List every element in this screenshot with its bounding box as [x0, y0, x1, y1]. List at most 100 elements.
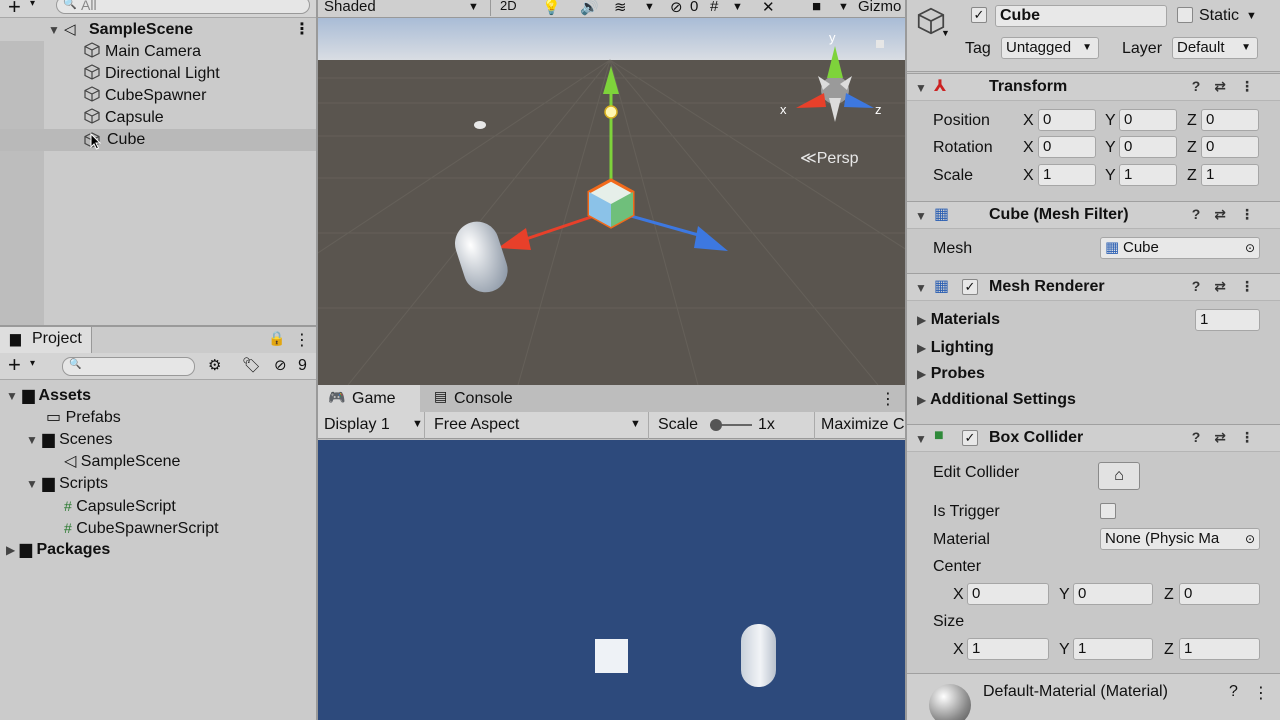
rotation-z-field[interactable]: 0: [1201, 136, 1259, 158]
transform-header[interactable]: ▼ ⅄ Transform ?⇄⋮: [907, 73, 1280, 101]
scene-canvas[interactable]: y x z ≪Persp: [318, 18, 905, 385]
component-header-icons[interactable]: ?⇄⋮: [1192, 206, 1268, 223]
chevron-down-icon[interactable]: ▼: [468, 1, 479, 13]
maximize-on-play-toggle[interactable]: Maximize C: [821, 416, 905, 434]
effects-icon[interactable]: ≋: [614, 0, 627, 16]
scene-row[interactable]: ▼ ◁ SampleScene ⋮: [0, 19, 316, 41]
shading-mode-dropdown[interactable]: Shaded: [324, 0, 376, 15]
expand-triangle-icon[interactable]: ▼: [26, 477, 38, 491]
object-picker-icon[interactable]: ⊙: [1245, 238, 1255, 258]
filter-by-label-icon[interactable]: 🏷: [242, 356, 261, 374]
static-checkbox[interactable]: [1177, 7, 1193, 23]
more-icon[interactable]: ⋮: [294, 330, 310, 350]
physic-material-field[interactable]: None (Physic Ma ⊙: [1100, 528, 1260, 550]
is-trigger-checkbox[interactable]: [1100, 503, 1116, 519]
additional-settings-foldout[interactable]: ▶ Additional Settings: [917, 391, 1076, 409]
tree-item-scenes[interactable]: ▼ ▆ Scenes: [26, 429, 112, 451]
tree-item-samplescene[interactable]: ◁ SampleScene: [64, 451, 180, 473]
hidden-packages-icon[interactable]: ⊘: [274, 356, 287, 374]
scene-view[interactable]: y x z ≪Persp: [318, 18, 905, 385]
lighting-icon[interactable]: 💡: [542, 0, 561, 16]
more-icon[interactable]: ⋮: [294, 19, 310, 41]
projection-label[interactable]: ≪Persp: [800, 150, 859, 167]
tools-icon[interactable]: ✕: [762, 0, 775, 16]
more-icon[interactable]: ⋮: [1253, 683, 1269, 703]
tree-item-cubespawnerscript[interactable]: # CubeSpawnerScript: [64, 517, 219, 539]
tag-dropdown[interactable]: Untagged ▼: [1001, 37, 1099, 59]
material-asset-header[interactable]: Default-Material (Material) ? ⋮: [907, 673, 1280, 720]
component-header-icons[interactable]: ?⇄⋮: [1192, 78, 1268, 95]
light-gizmo[interactable]: [604, 105, 618, 119]
active-checkbox[interactable]: ✓: [971, 7, 987, 23]
hierarchy-item-cubespawner[interactable]: CubeSpawner: [84, 85, 206, 107]
chevron-down-icon[interactable]: ▾: [30, 358, 35, 369]
center-y-field[interactable]: 0: [1073, 583, 1153, 605]
edit-collider-button[interactable]: ⌂: [1098, 462, 1140, 490]
scale-z-field[interactable]: 1: [1201, 164, 1259, 186]
tree-item-packages[interactable]: ▶ ▆ Packages: [6, 539, 110, 561]
add-icon[interactable]: +: [8, 0, 21, 20]
tree-item-prefabs[interactable]: ▭ Prefabs: [46, 407, 121, 429]
center-x-field[interactable]: 0: [967, 583, 1049, 605]
project-search-input[interactable]: 🔍: [62, 357, 195, 376]
tab-console[interactable]: ▤ Console: [430, 385, 540, 412]
help-icon[interactable]: ?: [1229, 683, 1238, 701]
toggle-2d-button[interactable]: 2D: [500, 0, 517, 13]
tab-game[interactable]: 🎮 Game: [318, 385, 420, 412]
layer-dropdown[interactable]: Default ▼: [1172, 37, 1258, 59]
scale-x-field[interactable]: 1: [1038, 164, 1096, 186]
probes-foldout[interactable]: ▶ Probes: [917, 365, 985, 383]
game-view[interactable]: [318, 440, 905, 720]
chevron-down-icon[interactable]: ▼: [941, 28, 950, 38]
tab-project[interactable]: ▆ Project: [0, 327, 92, 353]
enabled-checkbox[interactable]: ✓: [962, 430, 978, 446]
hierarchy-item-directional-light[interactable]: Directional Light: [84, 63, 220, 85]
enabled-checkbox[interactable]: ✓: [962, 279, 978, 295]
box-collider-header[interactable]: ▼ ■ ✓ Box Collider ?⇄⋮: [907, 424, 1280, 452]
grid-icon[interactable]: #: [710, 0, 718, 15]
tree-item-capsulescript[interactable]: # CapsuleScript: [64, 495, 176, 517]
hierarchy-item-main-camera[interactable]: Main Camera: [84, 41, 201, 63]
size-z-field[interactable]: 1: [1179, 638, 1260, 660]
position-y-field[interactable]: 0: [1119, 109, 1177, 131]
chevron-down-icon[interactable]: ▼: [1246, 10, 1257, 22]
object-name-field[interactable]: Cube: [995, 5, 1167, 27]
hidden-objects-icon[interactable]: ⊘: [670, 0, 683, 16]
size-x-field[interactable]: 1: [967, 638, 1049, 660]
chevron-down-icon[interactable]: ▼: [644, 1, 655, 13]
rotation-x-field[interactable]: 0: [1038, 136, 1096, 158]
expand-triangle-icon[interactable]: ▼: [915, 432, 927, 446]
hierarchy-search-input[interactable]: 🔍 All: [56, 0, 310, 14]
chevron-down-icon[interactable]: ▼: [838, 1, 849, 13]
expand-triangle-icon[interactable]: ▼: [915, 281, 927, 295]
chevron-down-icon[interactable]: ▼: [412, 418, 423, 430]
component-header-icons[interactable]: ?⇄⋮: [1192, 429, 1268, 446]
more-icon[interactable]: ⋮: [880, 389, 896, 409]
expand-triangle-icon[interactable]: ▼: [915, 209, 927, 223]
center-z-field[interactable]: 0: [1179, 583, 1260, 605]
expand-triangle-icon[interactable]: ▼: [6, 389, 18, 403]
filter-by-type-icon[interactable]: ⚙: [208, 356, 221, 374]
expand-triangle-icon[interactable]: ▼: [48, 19, 60, 41]
tree-item-assets[interactable]: ▼ ▆ Assets: [6, 385, 91, 407]
slider-thumb[interactable]: [710, 419, 722, 431]
mesh-renderer-header[interactable]: ▼ ▦ ✓ Mesh Renderer ?⇄⋮: [907, 273, 1280, 301]
lock-icon[interactable]: 🔒: [268, 330, 285, 347]
chevron-down-icon[interactable]: ▾: [30, 0, 35, 9]
chevron-down-icon[interactable]: ▼: [630, 418, 641, 430]
hierarchy-item-cube[interactable]: Cube: [0, 129, 316, 151]
component-header-icons[interactable]: ?⇄⋮: [1192, 278, 1268, 295]
add-icon[interactable]: +: [8, 353, 21, 377]
lighting-foldout[interactable]: ▶ Lighting: [917, 339, 994, 357]
object-picker-icon[interactable]: ⊙: [1244, 529, 1255, 549]
chevron-down-icon[interactable]: ▼: [732, 1, 743, 13]
scale-slider[interactable]: [710, 419, 752, 431]
materials-count-field[interactable]: 1: [1195, 309, 1260, 331]
camera-gizmo[interactable]: [474, 121, 486, 129]
selected-cube[interactable]: [587, 178, 635, 229]
materials-foldout[interactable]: ▶ Materials: [917, 311, 1000, 329]
display-dropdown[interactable]: Display 1: [324, 416, 390, 434]
position-x-field[interactable]: 0: [1038, 109, 1096, 131]
gizmos-dropdown[interactable]: Gizmo: [858, 0, 901, 15]
expand-triangle-icon[interactable]: ▼: [915, 81, 927, 95]
